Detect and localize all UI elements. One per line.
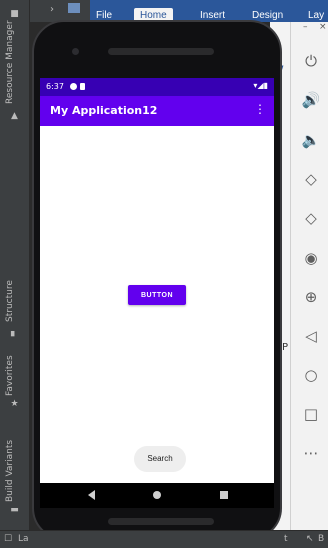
star-icon: ★ xyxy=(10,399,19,409)
volume-up-icon[interactable]: 🔊 xyxy=(300,89,322,111)
structure-icon: ▖ xyxy=(11,327,18,337)
home-icon[interactable] xyxy=(153,491,161,499)
resource-icon: ▲ xyxy=(11,111,18,121)
notification-icon xyxy=(70,83,77,90)
bottom-speaker xyxy=(108,518,214,525)
primary-button[interactable]: BUTTON xyxy=(128,285,186,305)
status-time: 6:37 xyxy=(46,82,64,91)
tab-resource-manager[interactable]: Resource Manager xyxy=(5,20,15,104)
build-variants-icon: ▬ xyxy=(10,505,19,515)
arrow-icon[interactable]: ↖ xyxy=(306,534,314,544)
left-tool-strip: ■ Resource Manager ▲ Structure ▖ Favorit… xyxy=(0,0,30,548)
minimize-icon[interactable]: – xyxy=(303,22,308,32)
square-icon: ■ xyxy=(10,9,19,19)
layout-checkbox-icon[interactable]: ☐ xyxy=(4,534,12,544)
sd-card-icon xyxy=(80,83,85,90)
power-icon[interactable]: ⏻ xyxy=(300,50,322,72)
tab-design[interactable]: Design xyxy=(252,10,283,21)
ide-window: ■ Resource Manager ▲ Structure ▖ Favorit… xyxy=(0,0,328,548)
tab-structure[interactable]: Structure xyxy=(5,280,15,322)
rotate-left-icon[interactable]: ◇ xyxy=(300,168,322,190)
back-nav-icon[interactable]: ◁ xyxy=(300,325,322,347)
zoom-icon[interactable]: ⊕ xyxy=(300,286,322,308)
window-icon xyxy=(68,3,80,13)
bottom-right-label[interactable]: B xyxy=(318,534,324,544)
phone-screen: 6:37 ▾◢▮ My Application12 ⋮ BUTTON Searc… xyxy=(40,78,274,508)
status-bar: 6:37 ▾◢▮ xyxy=(40,78,274,96)
document-letter: P xyxy=(282,342,289,353)
volume-down-icon[interactable]: 🔈 xyxy=(300,129,322,151)
phone-frame: 6:37 ▾◢▮ My Application12 ⋮ BUTTON Searc… xyxy=(32,20,282,540)
rotate-right-icon[interactable]: ◇ xyxy=(300,207,322,229)
more-icon[interactable]: ⋯ xyxy=(300,442,322,464)
app-bar: My Application12 ⋮ xyxy=(40,96,274,126)
emulator-toolbar: – × ⏻ 🔊 🔈 ◇ ◇ ◉ ⊕ ◁ ○ □ ⋯ xyxy=(290,22,328,530)
bottom-tab-fragment: t xyxy=(284,534,288,544)
ide-bottom-bar: ☐ La t ↖ B xyxy=(0,530,328,548)
front-camera xyxy=(72,48,79,55)
tab-favorites[interactable]: Favorites xyxy=(5,355,15,396)
home-nav-icon[interactable]: ○ xyxy=(300,364,322,386)
close-icon[interactable]: × xyxy=(319,22,327,32)
bottom-left-label: La xyxy=(18,534,29,544)
camera-icon[interactable]: ◉ xyxy=(300,247,322,269)
chevron-right-icon[interactable]: › xyxy=(50,4,54,15)
search-button[interactable]: Search xyxy=(134,446,186,472)
tab-layout[interactable]: Lay xyxy=(308,10,324,21)
back-icon[interactable] xyxy=(88,490,95,500)
app-title: My Application12 xyxy=(50,104,158,117)
more-vert-icon[interactable]: ⋮ xyxy=(254,103,266,115)
tab-build-variants[interactable]: Build Variants xyxy=(5,440,15,502)
title-bar-fragment: › xyxy=(30,0,90,22)
top-speaker xyxy=(108,48,214,55)
overview-nav-icon[interactable]: □ xyxy=(300,403,322,425)
nav-bar xyxy=(40,483,274,508)
recents-icon[interactable] xyxy=(220,491,228,499)
signal-battery-icon: ▾◢▮ xyxy=(253,81,268,90)
